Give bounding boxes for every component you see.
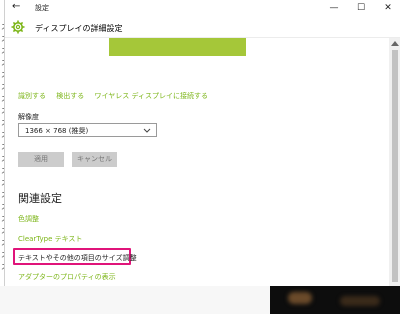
display-preview[interactable]	[109, 38, 246, 56]
identify-link[interactable]: 識別する	[18, 92, 46, 100]
resolution-select[interactable]: 1366 × 768 (推奨)	[18, 123, 157, 137]
resolution-label: 解像度	[18, 113, 39, 121]
back-arrow-icon[interactable]: ←	[12, 1, 20, 12]
close-button[interactable]: ✕	[375, 0, 400, 16]
title-bar: ← 設定 — ☐ ✕	[5, 0, 400, 16]
page-header: ディスプレイの詳細設定	[5, 16, 400, 38]
background-image-flare	[288, 292, 312, 304]
related-settings-title: 関連設定	[18, 192, 62, 205]
wireless-display-link[interactable]: ワイヤレス ディスプレイに接続する	[94, 92, 208, 100]
settings-content: 識別する 検出する ワイヤレス ディスプレイに接続する 解像度 1366 × 7…	[5, 38, 389, 286]
color-calibration-link[interactable]: 色調整	[18, 214, 39, 224]
gear-icon	[11, 20, 25, 34]
background-image-flare	[340, 296, 380, 306]
page-title: ディスプレイの詳細設定	[35, 24, 123, 33]
background-image	[270, 286, 400, 314]
cancel-button[interactable]: キャンセル	[72, 152, 117, 167]
text-size-adjust-link[interactable]: テキストやその他の項目のサイズ調整	[18, 253, 137, 263]
settings-window: ← 設定 — ☐ ✕ ディスプレイの詳細設定 識別する 検出する ワイヤレス デ…	[4, 0, 400, 286]
adapter-properties-link[interactable]: アダプターのプロパティの表示	[18, 272, 116, 282]
maximize-button[interactable]: ☐	[348, 0, 374, 16]
cleartype-text-link[interactable]: ClearType テキスト	[18, 234, 82, 244]
minimize-button[interactable]: —	[321, 0, 347, 16]
resolution-value: 1366 × 768 (推奨)	[25, 127, 89, 135]
app-title: 設定	[35, 4, 49, 12]
apply-button[interactable]: 適用	[18, 152, 64, 167]
scrollbar-thumb[interactable]	[392, 50, 398, 282]
chevron-down-icon	[143, 128, 151, 133]
scroll-up-arrow-icon[interactable]	[391, 41, 399, 46]
display-actions: 識別する 検出する ワイヤレス ディスプレイに接続する	[18, 91, 216, 101]
detect-link[interactable]: 検出する	[56, 92, 84, 100]
vertical-scrollbar[interactable]	[389, 38, 400, 286]
